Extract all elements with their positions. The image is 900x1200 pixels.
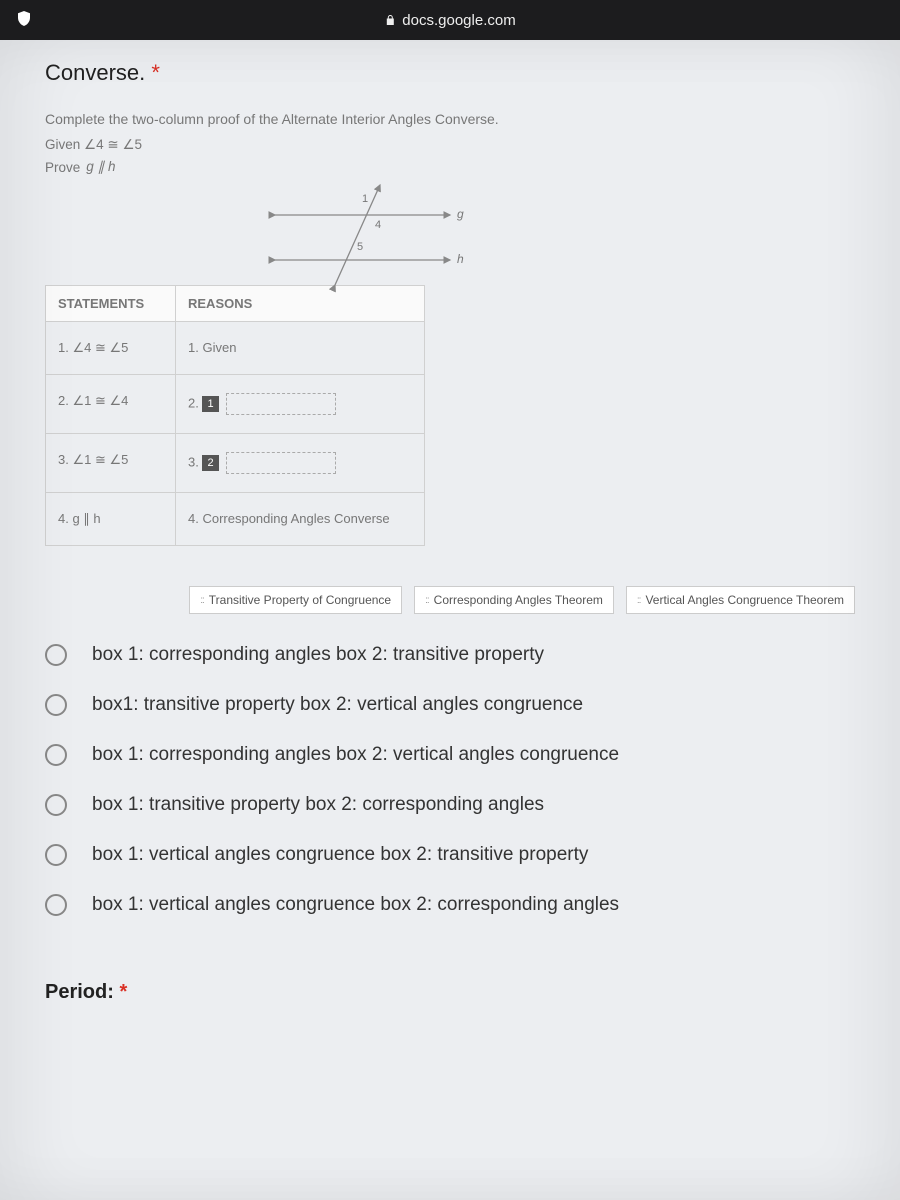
given-text: Given ∠4 ≅ ∠5 [45, 137, 855, 153]
stmt-cell: 3. ∠1 ≅ ∠5 [46, 434, 176, 492]
radio-option[interactable]: box 1: corresponding angles box 2: trans… [45, 644, 855, 666]
address-bar: docs.google.com [384, 12, 515, 29]
chip-label: Vertical Angles Congruence Theorem [645, 593, 844, 607]
chip-label: Transitive Property of Congruence [209, 593, 391, 607]
reason-cell[interactable]: 3. 2 [176, 434, 424, 492]
browser-statusbar: docs.google.com [0, 0, 900, 40]
proof-table: STATEMENTS REASONS 1. ∠4 ≅ ∠5 1. Given 2… [45, 285, 425, 546]
stmt-cell: 1. ∠4 ≅ ∠5 [46, 322, 176, 374]
drop-target-1[interactable] [226, 393, 336, 415]
shield-icon [15, 10, 33, 31]
prove-text: Prove g ∥ h [45, 159, 855, 175]
draggable-chip[interactable]: :: Transitive Property of Congruence [189, 586, 402, 614]
option-label: box 1: vertical angles congruence box 2:… [92, 894, 619, 916]
option-label: box 1: transitive property box 2: corres… [92, 794, 544, 816]
line-g-label: g [457, 207, 464, 221]
radio-icon[interactable] [45, 894, 67, 916]
radio-icon[interactable] [45, 794, 67, 816]
angle-5-label: 5 [357, 241, 363, 253]
radio-option[interactable]: box 1: vertical angles congruence box 2:… [45, 894, 855, 916]
required-indicator: * [151, 60, 160, 85]
angle-4-label: 4 [375, 219, 381, 231]
problem-block: 1 4 5 g h STATEMENTS REASONS 1. ∠4 ≅ ∠5 … [45, 195, 855, 614]
option-label: box 1: vertical angles congruence box 2:… [92, 844, 588, 866]
box-number: 1 [202, 396, 218, 412]
draggable-chip[interactable]: :: Corresponding Angles Theorem [414, 586, 614, 614]
parallel-lines-figure: 1 4 5 g h [265, 180, 475, 305]
line-h-label: h [457, 252, 464, 266]
option-label: box1: transitive property box 2: vertica… [92, 694, 583, 716]
prove-expression: g ∥ h [86, 159, 115, 175]
grip-icon: :: [637, 595, 641, 606]
table-row: 4. g ∥ h 4. Corresponding Angles Convers… [46, 493, 424, 545]
reason-cell: 1. Given [176, 322, 424, 374]
lock-icon [384, 14, 396, 26]
angle-1-label: 1 [362, 193, 368, 205]
option-label: box 1: corresponding angles box 2: verti… [92, 744, 619, 766]
radio-icon[interactable] [45, 844, 67, 866]
radio-option[interactable]: box 1: transitive property box 2: corres… [45, 794, 855, 816]
option-label: box 1: corresponding angles box 2: trans… [92, 644, 544, 666]
box-number: 2 [202, 455, 218, 471]
next-question-title: Period: * [45, 981, 855, 1004]
reason-cell: 4. Corresponding Angles Converse [176, 493, 424, 545]
radio-icon[interactable] [45, 694, 67, 716]
radio-icon[interactable] [45, 744, 67, 766]
draggable-chip[interactable]: :: Vertical Angles Congruence Theorem [626, 586, 855, 614]
chip-label: Corresponding Angles Theorem [434, 593, 603, 607]
radio-option[interactable]: box 1: vertical angles congruence box 2:… [45, 844, 855, 866]
radio-icon[interactable] [45, 644, 67, 666]
answer-options: box 1: corresponding angles box 2: trans… [45, 644, 855, 916]
grip-icon: :: [200, 595, 204, 606]
reason-cell[interactable]: 2. 1 [176, 375, 424, 433]
drop-target-2[interactable] [226, 452, 336, 474]
table-row: 1. ∠4 ≅ ∠5 1. Given [46, 322, 424, 375]
required-indicator: * [119, 981, 127, 1003]
question-title-text: Converse. [45, 60, 145, 85]
instruction-text: Complete the two-column proof of the Alt… [45, 111, 855, 127]
question-title: Converse. * [45, 60, 855, 86]
table-row: 2. ∠1 ≅ ∠4 2. 1 [46, 375, 424, 434]
stmt-cell: 2. ∠1 ≅ ∠4 [46, 375, 176, 433]
radio-option[interactable]: box1: transitive property box 2: vertica… [45, 694, 855, 716]
form-page: Converse. * Complete the two-column proo… [0, 40, 900, 1200]
header-statements: STATEMENTS [46, 286, 176, 321]
radio-option[interactable]: box 1: corresponding angles box 2: verti… [45, 744, 855, 766]
chip-bar: :: Transitive Property of Congruence :: … [45, 586, 855, 614]
grip-icon: :: [425, 595, 429, 606]
url-text: docs.google.com [402, 12, 515, 29]
table-row: 3. ∠1 ≅ ∠5 3. 2 [46, 434, 424, 493]
stmt-cell: 4. g ∥ h [46, 493, 176, 545]
prove-label: Prove [45, 160, 80, 175]
